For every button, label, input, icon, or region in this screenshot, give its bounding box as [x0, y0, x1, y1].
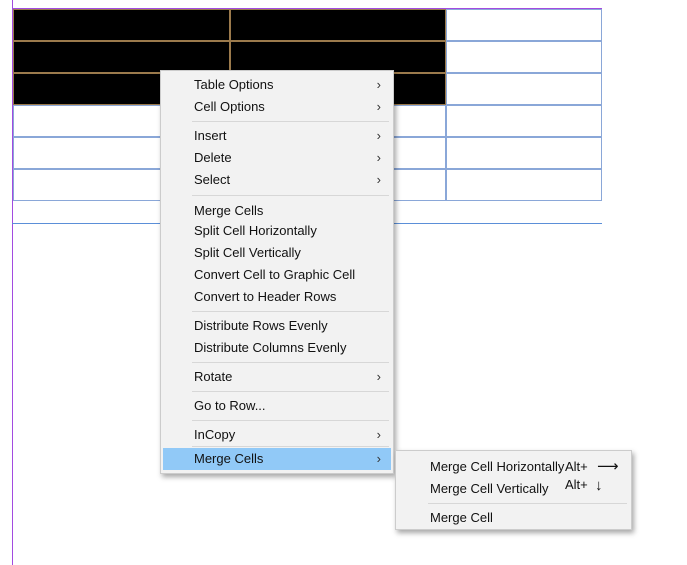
table-context-menu: Table Options › Cell Options › Insert › …: [160, 70, 394, 474]
table-cell-selected[interactable]: [13, 9, 230, 41]
menu-item-table-options[interactable]: Table Options ›: [163, 74, 391, 96]
table-cell[interactable]: [446, 137, 602, 169]
menu-separator: [192, 362, 389, 363]
menu-item-split-cell-horizontally[interactable]: Split Cell Horizontally: [163, 220, 391, 242]
shortcut-label: Alt+: [565, 477, 588, 492]
menu-item-convert-to-header-rows[interactable]: Convert to Header Rows: [163, 286, 391, 308]
menu-separator: [192, 420, 389, 421]
menu-item-cell-options[interactable]: Cell Options ›: [163, 96, 391, 118]
menu-item-incopy[interactable]: InCopy ›: [163, 424, 391, 446]
menu-item-label: Table Options: [194, 77, 274, 92]
menu-item-label: Go to Row...: [194, 398, 266, 413]
submenu-item-merge-cell[interactable]: Merge Cell: [398, 507, 629, 529]
table-cell[interactable]: [446, 169, 602, 201]
menu-item-label: Distribute Rows Evenly: [194, 318, 328, 333]
menu-item-label: Delete: [194, 150, 232, 165]
menu-separator: [192, 391, 389, 392]
chevron-right-icon: ›: [376, 369, 381, 384]
menu-item-label: Select: [194, 172, 231, 187]
menu-item-label: Insert: [194, 128, 227, 143]
chevron-right-icon: ›: [376, 172, 381, 187]
menu-separator: [192, 311, 389, 312]
table-cell-selected[interactable]: [230, 41, 446, 73]
menu-item-label: Cell Options: [194, 99, 265, 114]
chevron-right-icon: ›: [376, 128, 381, 143]
menu-item-merge-cells[interactable]: Merge Cells: [163, 200, 391, 222]
merge-cells-submenu: Merge Cell Horizontally Alt+ ⟶ Merge Cel…: [395, 450, 632, 530]
menu-item-go-to-row[interactable]: Go to Row...: [163, 395, 391, 417]
menu-item-rotate[interactable]: Rotate ›: [163, 366, 391, 388]
chevron-right-icon: ›: [376, 150, 381, 165]
menu-item-select[interactable]: Select ›: [163, 169, 391, 191]
menu-item-distribute-rows[interactable]: Distribute Rows Evenly: [163, 315, 391, 337]
table-cell-selected[interactable]: [13, 41, 230, 73]
menu-item-distribute-columns[interactable]: Distribute Columns Evenly: [163, 337, 391, 359]
menu-item-convert-to-graphic-cell[interactable]: Convert Cell to Graphic Cell: [163, 264, 391, 286]
chevron-right-icon: ›: [376, 451, 381, 466]
menu-item-insert[interactable]: Insert ›: [163, 125, 391, 147]
menu-item-label: Convert Cell to Graphic Cell: [194, 267, 356, 282]
menu-separator: [192, 195, 389, 196]
table-cell[interactable]: [446, 73, 602, 105]
menu-item-label: Merge Cells: [194, 203, 264, 218]
menu-item-delete[interactable]: Delete ›: [163, 147, 391, 169]
submenu-item-label: Merge Cell Horizontally: [430, 459, 565, 474]
chevron-right-icon: ›: [376, 99, 381, 114]
menu-separator: [192, 121, 389, 122]
menu-item-label: InCopy: [194, 427, 236, 442]
arrow-down-icon: ↓: [595, 477, 603, 494]
chevron-right-icon: ›: [376, 427, 381, 442]
menu-item-label: Split Cell Vertically: [194, 245, 301, 260]
menu-item-split-cell-vertically[interactable]: Split Cell Vertically: [163, 242, 391, 264]
menu-item-label: Convert to Header Rows: [194, 289, 337, 304]
submenu-item-merge-vertically[interactable]: Merge Cell Vertically Alt+ ↓: [398, 477, 629, 500]
menu-separator: [192, 446, 389, 447]
menu-item-label: Rotate: [194, 369, 233, 384]
menu-item-label: Split Cell Horizontally: [194, 223, 317, 238]
table-cell[interactable]: [446, 9, 602, 41]
table-cell[interactable]: [446, 105, 602, 137]
menu-item-merge-cells-submenu[interactable]: Merge Cells ›: [163, 448, 391, 470]
menu-item-label: Merge Cells: [194, 451, 264, 466]
menu-separator: [428, 503, 627, 504]
submenu-item-label: Merge Cell Vertically: [430, 481, 549, 496]
table-cell[interactable]: [446, 41, 602, 73]
submenu-item-label: Merge Cell: [430, 510, 493, 525]
chevron-right-icon: ›: [376, 77, 381, 92]
menu-item-label: Distribute Columns Evenly: [194, 340, 347, 355]
table-cell-selected[interactable]: [230, 9, 446, 41]
